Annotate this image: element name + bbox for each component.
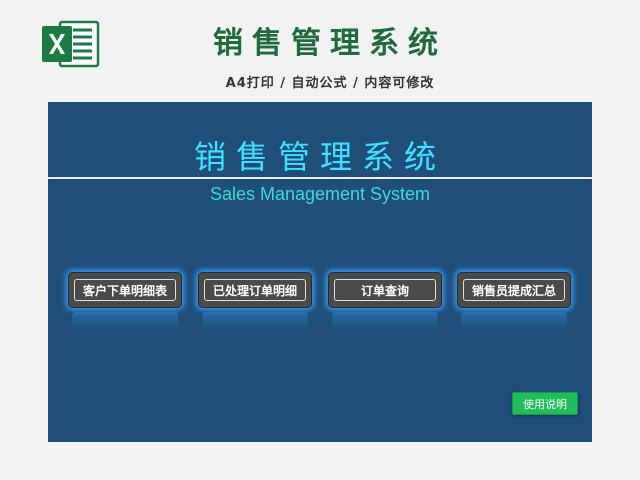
sales-commission-button[interactable]: 销售员提成汇总 xyxy=(457,272,571,330)
panel-subtitle: Sales Management System xyxy=(209,184,431,204)
order-query-button[interactable]: 订单查询 xyxy=(328,272,442,330)
help-button[interactable]: 使用说明 xyxy=(512,392,578,415)
button-label: 销售员提成汇总 xyxy=(463,279,565,301)
button-label: 订单查询 xyxy=(334,279,436,301)
button-label: 已处理订单明细 xyxy=(204,279,306,301)
main-panel: 销售管理系统 Sales Management System 客户下单明细表 已… xyxy=(48,102,592,442)
processed-orders-button[interactable]: 已处理订单明细 xyxy=(198,272,312,330)
panel-title: 销售管理系统 xyxy=(193,138,446,176)
customer-orders-button[interactable]: 客户下单明细表 xyxy=(68,272,182,330)
divider xyxy=(48,177,592,179)
page-subtitle: A4打印 / 自动公式 / 内容可修改 xyxy=(225,76,435,91)
button-label: 客户下单明细表 xyxy=(74,279,176,301)
page-title: 销售管理系统 xyxy=(213,26,447,61)
